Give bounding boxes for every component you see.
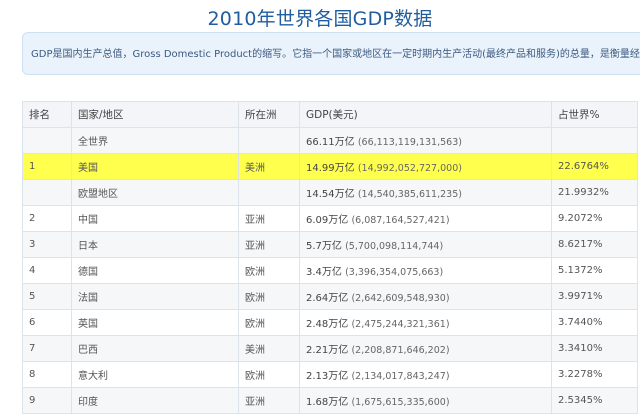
table-row: 6 英国 欧洲 2.48万亿 (2,475,244,321,361) 3.7440%: [22, 309, 638, 336]
cell-continent: 亚洲: [238, 205, 300, 232]
cell-share: 9.2072%: [551, 205, 638, 232]
cell-gdp: 2.64万亿 (2,642,609,548,930): [299, 283, 552, 310]
description-text: GDP是国内生产总值，Gross Domestic Product的缩写。它指一…: [31, 49, 640, 60]
table-row: 3 日本 亚洲 5.7万亿 (5,700,098,114,744) 8.6217%: [22, 231, 638, 258]
cell-gdp: 3.4万亿 (3,396,354,075,663): [299, 257, 552, 284]
cell-share: 3.7440%: [551, 309, 638, 336]
gdp-short-value: 2.64万亿: [306, 293, 349, 304]
cell-rank: 2: [22, 205, 72, 232]
gdp-short-value: 2.21万亿: [306, 345, 349, 356]
gdp-short-value: 2.13万亿: [306, 371, 349, 382]
cell-country: 美国: [71, 153, 239, 180]
cell-share: 3.9971%: [551, 283, 638, 310]
table-row: 8 意大利 欧洲 2.13万亿 (2,134,017,843,247) 3.2278%: [22, 361, 638, 388]
gdp-short-value: 1.68万亿: [306, 397, 349, 408]
cell-rank: 8: [22, 361, 72, 388]
column-header-gdp[interactable]: GDP(美元): [299, 101, 552, 128]
gdp-short-value: 6.09万亿: [306, 215, 349, 226]
cell-continent: 欧洲: [238, 283, 300, 310]
cell-share: 8.6217%: [551, 231, 638, 258]
cell-country: 德国: [71, 257, 239, 284]
table-header-row: 排名 国家/地区 所在洲 GDP(美元) 占世界%: [22, 101, 638, 128]
cell-continent: 美洲: [238, 335, 300, 362]
table-body: 全世界 66.11万亿 (66,113,119,131,563) 1 美国 美洲 14.9…: [22, 127, 638, 414]
cell-gdp: 14.54万亿 (14,540,385,611,235): [299, 179, 552, 206]
gdp-full-value: (14,992,052,727,000): [357, 163, 462, 174]
table-row: 9 印度 亚洲 1.68万亿 (1,675,615,335,600) 2.5345%: [22, 387, 638, 414]
cell-country: 法国: [71, 283, 239, 310]
table-row: 4 德国 欧洲 3.4万亿 (3,396,354,075,663) 5.1372%: [22, 257, 638, 284]
cell-share: 21.9932%: [551, 179, 638, 206]
cell-gdp: 1.68万亿 (1,675,615,335,600): [299, 387, 552, 414]
cell-share: 2.5345%: [551, 387, 638, 414]
cell-share: 5.1372%: [551, 257, 638, 284]
cell-continent: 欧洲: [238, 257, 300, 284]
cell-gdp: 2.21万亿 (2,208,871,646,202): [299, 335, 552, 362]
gdp-short-value: 3.4万亿: [306, 267, 342, 278]
cell-gdp: 6.09万亿 (6,087,164,527,421): [299, 205, 552, 232]
cell-country: 中国: [71, 205, 239, 232]
cell-share: 3.3410%: [551, 335, 638, 362]
gdp-full-value: (5,700,098,114,744): [345, 241, 444, 252]
cell-rank: 3: [22, 231, 72, 258]
cell-gdp: 2.48万亿 (2,475,244,321,361): [299, 309, 552, 336]
gdp-short-value: 66.11万亿: [306, 137, 355, 148]
description-box: GDP是国内生产总值，Gross Domestic Product的缩写。它指一…: [22, 32, 640, 75]
table-row: 全世界 66.11万亿 (66,113,119,131,563): [22, 127, 638, 154]
cell-rank: 7: [22, 335, 72, 362]
cell-rank: 1: [22, 153, 72, 180]
cell-continent: [238, 127, 300, 154]
cell-gdp: 2.13万亿 (2,134,017,843,247): [299, 361, 552, 388]
cell-gdp: 14.99万亿 (14,992,052,727,000): [299, 153, 552, 180]
cell-gdp: 66.11万亿 (66,113,119,131,563): [299, 127, 552, 154]
cell-gdp: 5.7万亿 (5,700,098,114,744): [299, 231, 552, 258]
cell-continent: [238, 179, 300, 206]
column-header-rank[interactable]: 排名: [22, 101, 72, 128]
cell-country: 欧盟地区: [71, 179, 239, 206]
cell-rank: 4: [22, 257, 72, 284]
gdp-full-value: (6,087,164,527,421): [351, 215, 450, 226]
cell-rank: 9: [22, 387, 72, 414]
gdp-full-value: (2,642,609,548,930): [351, 293, 450, 304]
cell-share: 3.2278%: [551, 361, 638, 388]
cell-continent: 亚洲: [238, 231, 300, 258]
gdp-full-value: (3,396,354,075,663): [345, 267, 444, 278]
cell-rank: 5: [22, 283, 72, 310]
cell-country: 日本: [71, 231, 239, 258]
gdp-full-value: (2,134,017,843,247): [351, 371, 450, 382]
cell-country: 全世界: [71, 127, 239, 154]
gdp-full-value: (1,675,615,335,600): [351, 397, 450, 408]
cell-share: 22.6764%: [551, 153, 638, 180]
table-row: 1 美国 美洲 14.99万亿 (14,992,052,727,000) 22.6764…: [22, 153, 638, 180]
table-row: 7 巴西 美洲 2.21万亿 (2,208,871,646,202) 3.3410%: [22, 335, 638, 362]
cell-rank: [22, 127, 72, 154]
gdp-short-value: 14.99万亿: [306, 163, 355, 174]
gdp-full-value: (2,208,871,646,202): [351, 345, 450, 356]
table-row: 2 中国 亚洲 6.09万亿 (6,087,164,527,421) 9.2072%: [22, 205, 638, 232]
cell-rank: 6: [22, 309, 72, 336]
page-title: 2010年世界各国GDP数据: [207, 8, 433, 30]
gdp-full-value: (2,475,244,321,361): [351, 319, 450, 330]
gdp-full-value: (14,540,385,611,235): [357, 189, 462, 200]
cell-country: 意大利: [71, 361, 239, 388]
cell-rank: [22, 179, 72, 206]
cell-continent: 美洲: [238, 153, 300, 180]
table-row: 5 法国 欧洲 2.64万亿 (2,642,609,548,930) 3.9971%: [22, 283, 638, 310]
table-row: 欧盟地区 14.54万亿 (14,540,385,611,235) 21.9932%: [22, 179, 638, 206]
gdp-table: 排名 国家/地区 所在洲 GDP(美元) 占世界% 全世界 66.11万亿 (66…: [22, 101, 638, 414]
cell-continent: 亚洲: [238, 387, 300, 414]
cell-country: 印度: [71, 387, 239, 414]
gdp-short-value: 2.48万亿: [306, 319, 349, 330]
gdp-short-value: 5.7万亿: [306, 241, 342, 252]
cell-country: 巴西: [71, 335, 239, 362]
column-header-continent[interactable]: 所在洲: [238, 101, 300, 128]
cell-country: 英国: [71, 309, 239, 336]
cell-share: [551, 127, 638, 154]
cell-continent: 欧洲: [238, 309, 300, 336]
gdp-short-value: 14.54万亿: [306, 189, 355, 200]
column-header-country[interactable]: 国家/地区: [71, 101, 239, 128]
gdp-full-value: (66,113,119,131,563): [357, 137, 462, 148]
column-header-share[interactable]: 占世界%: [551, 101, 638, 128]
cell-continent: 欧洲: [238, 361, 300, 388]
